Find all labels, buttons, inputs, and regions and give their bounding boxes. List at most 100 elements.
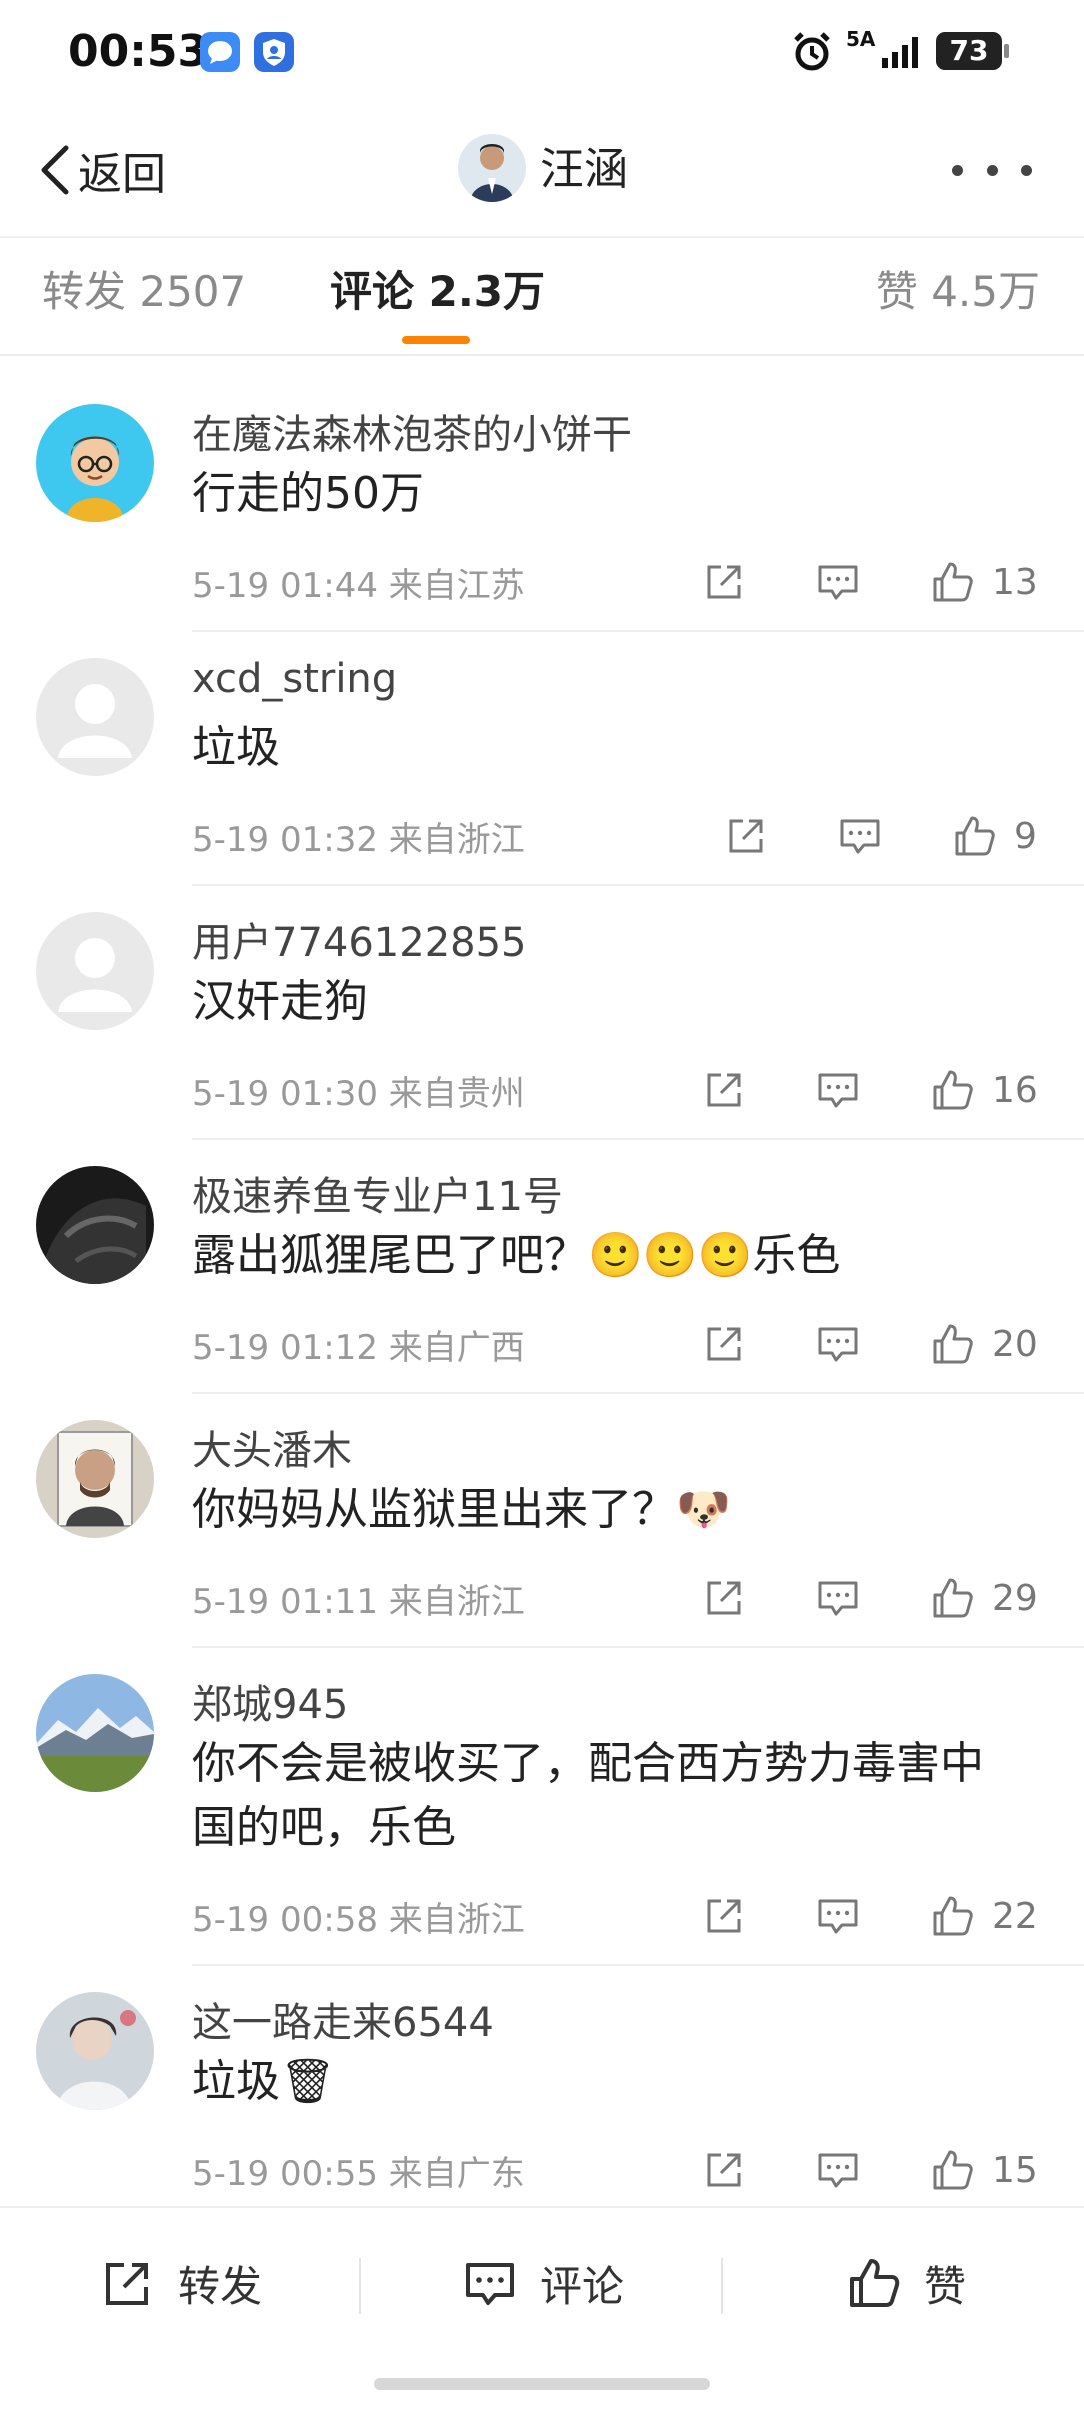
reply-button[interactable]: [808, 1060, 868, 1120]
like-button[interactable]: [922, 552, 982, 612]
comment-text: 垃圾: [192, 722, 280, 773]
signal-icon: [880, 34, 926, 74]
bottom-comment-button[interactable]: 评论: [462, 2208, 624, 2358]
comment-text: 你妈妈从监狱里出来了？🐶: [192, 1484, 731, 1535]
tab-like[interactable]: 赞 4.5万: [876, 262, 1040, 322]
comment-author[interactable]: 用户7746122855: [192, 910, 527, 968]
avatar[interactable]: [36, 1166, 154, 1284]
divider: [0, 236, 1084, 238]
page-title: 汪涵: [540, 144, 628, 195]
comment-author[interactable]: xcd_string: [192, 656, 397, 702]
divider: [359, 2258, 361, 2314]
battery-icon: 73: [936, 32, 1002, 70]
like-count: 13: [992, 561, 1038, 603]
comment-text: 汉奸走狗: [192, 976, 368, 1027]
comment-text: 露出狐狸尾巴了吧？🙂🙂🙂乐色: [192, 1230, 841, 1281]
avatar[interactable]: [36, 404, 154, 522]
alarm-icon: [790, 30, 834, 78]
comment-meta: 5-19 00:58 来自浙江: [192, 1900, 525, 1940]
like-button[interactable]: [922, 1886, 982, 1946]
share-button[interactable]: [716, 806, 776, 866]
comment-meta: 5-19 01:12 来自广西: [192, 1328, 525, 1368]
comment-meta: 5-19 00:55 来自广东: [192, 2154, 525, 2194]
comment-actions: 16: [694, 1060, 1038, 1120]
bottom-repost-label: 转发: [178, 2261, 263, 2311]
comment-author[interactable]: 在魔法森林泡茶的小饼干: [192, 402, 632, 460]
status-time: 00:53: [68, 26, 209, 77]
share-button[interactable]: [694, 1060, 754, 1120]
comment-actions: 29: [694, 1568, 1038, 1628]
share-button[interactable]: [694, 1568, 754, 1628]
divider: [0, 354, 1084, 356]
comment-item: 这一路走来6544 垃圾🗑 5-19 00:55 来自广东 15: [0, 1966, 1084, 2206]
comment-actions: 22: [694, 1886, 1038, 1946]
comment-item: 郑城945 你不会是被收买了，配合西方势力毒害中国的吧，乐色 5-19 00:5…: [0, 1648, 1084, 1966]
like-button[interactable]: [922, 1060, 982, 1120]
comment-icon: [466, 2263, 514, 2305]
share-button[interactable]: [694, 1886, 754, 1946]
share-button[interactable]: [694, 2140, 754, 2200]
comment-actions: 9: [716, 806, 1037, 866]
like-count: 29: [992, 1577, 1038, 1619]
message-app-icon: [200, 32, 240, 72]
avatar[interactable]: [36, 1674, 154, 1792]
avatar[interactable]: [36, 658, 154, 776]
bottom-like-button[interactable]: 赞: [846, 2208, 966, 2358]
network-type: 5A: [846, 27, 876, 51]
comment-meta: 5-19 01:32 来自浙江: [192, 820, 525, 860]
comment-item: xcd_string 垃圾 5-19 01:32 来自浙江 9: [0, 632, 1084, 886]
reply-button[interactable]: [830, 806, 890, 866]
like-button[interactable]: [944, 806, 1004, 866]
comment-meta: 5-19 01:30 来自贵州: [192, 1074, 525, 1114]
comment-author[interactable]: 大头潘木: [192, 1418, 352, 1476]
like-button[interactable]: [922, 2140, 982, 2200]
share-button[interactable]: [694, 1314, 754, 1374]
divider: [721, 2258, 723, 2314]
back-label: 返回: [78, 149, 166, 200]
comment-meta: 5-19 01:11 来自浙江: [192, 1582, 525, 1622]
comment-meta: 5-19 01:44 来自江苏: [192, 566, 525, 606]
comment-text: 垃圾🗑: [192, 2056, 336, 2107]
active-tab-indicator: [402, 336, 470, 344]
like-button[interactable]: [922, 1314, 982, 1374]
avatar[interactable]: [36, 912, 154, 1030]
avatar[interactable]: [36, 1420, 154, 1538]
comment-item: 在魔法森林泡茶的小饼干 行走的50万 5-19 01:44 来自江苏 13: [0, 378, 1084, 632]
comment-text: 行走的50万: [192, 468, 424, 519]
comment-author[interactable]: 郑城945: [192, 1672, 348, 1730]
bottom-like-label: 赞: [924, 2261, 967, 2311]
like-count: 16: [992, 1069, 1038, 1111]
comment-author[interactable]: 这一路走来6544: [192, 1990, 494, 2048]
bottom-action-bar: 转发 评论 赞: [0, 2206, 1084, 2358]
like-button[interactable]: [922, 1568, 982, 1628]
comment-item: 大头潘木 你妈妈从监狱里出来了？🐶 5-19 01:11 来自浙江 29: [0, 1394, 1084, 1648]
reply-button[interactable]: [808, 1568, 868, 1628]
comment-actions: 20: [694, 1314, 1038, 1374]
comment-author[interactable]: 极速养鱼专业户11号: [192, 1164, 563, 1222]
comment-text: 你不会是被收买了，配合西方势力毒害中国的吧，乐色: [192, 1738, 984, 1853]
bottom-repost-button[interactable]: 转发: [100, 2208, 262, 2358]
author-avatar[interactable]: [458, 134, 526, 202]
bottom-comment-label: 评论: [540, 2261, 625, 2311]
shield-app-icon: [254, 32, 294, 72]
more-dots-icon[interactable]: [952, 150, 1032, 190]
like-count: 22: [992, 1895, 1038, 1937]
comment-actions: 13: [694, 552, 1038, 612]
like-count: 20: [992, 1323, 1038, 1365]
comment-item: 用户7746122855 汉奸走狗 5-19 01:30 来自贵州 16: [0, 886, 1084, 1140]
tab-repost[interactable]: 转发 2507: [42, 262, 246, 322]
repost-icon: [106, 2263, 148, 2305]
tab-comment[interactable]: 评论 2.3万: [330, 262, 545, 322]
battery-tip: [1004, 44, 1009, 58]
reply-button[interactable]: [808, 2140, 868, 2200]
like-count: 15: [992, 2149, 1038, 2191]
reply-button[interactable]: [808, 552, 868, 612]
share-button[interactable]: [694, 552, 754, 612]
home-indicator[interactable]: [374, 2378, 710, 2390]
avatar[interactable]: [36, 1992, 154, 2110]
reply-button[interactable]: [808, 1886, 868, 1946]
back-button[interactable]: 返回: [36, 140, 166, 200]
like-count: 9: [1014, 815, 1037, 857]
chevron-left-icon: [41, 145, 69, 195]
reply-button[interactable]: [808, 1314, 868, 1374]
